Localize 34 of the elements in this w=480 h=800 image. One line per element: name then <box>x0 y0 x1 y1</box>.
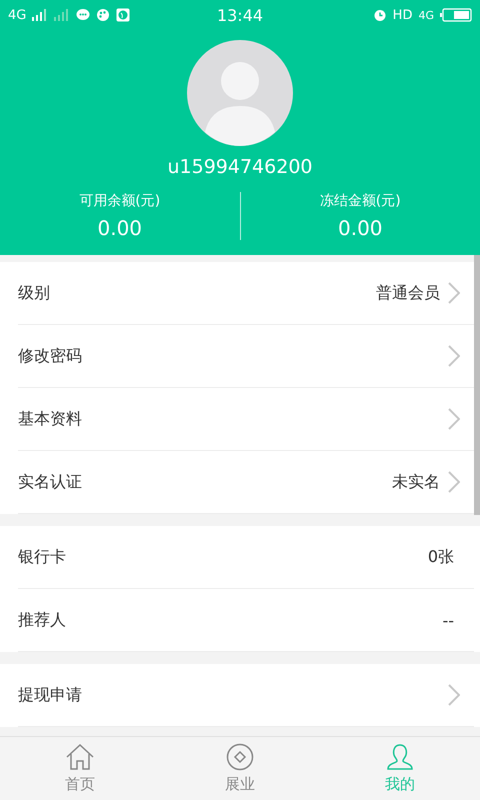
row-label: 银行卡 <box>18 546 67 568</box>
row-label: 提现申请 <box>18 684 83 706</box>
row-label: 级别 <box>18 282 51 304</box>
globe-icon <box>116 8 130 22</box>
row-label: 推荐人 <box>18 610 67 630</box>
row-value: 0张 <box>428 546 454 568</box>
balance-label: 可用余额(元) <box>79 192 160 210</box>
row-value: 普通会员 <box>376 282 440 304</box>
alarm-icon <box>372 8 387 22</box>
avatar-icon[interactable] <box>187 40 293 146</box>
balance-amount: 0.00 <box>97 216 142 240</box>
row-label: 修改密码 <box>18 346 83 366</box>
balance-label: 冻结金额(元) <box>320 192 401 210</box>
home-icon <box>65 743 95 771</box>
person-icon <box>385 743 415 771</box>
battery-icon <box>440 8 472 22</box>
menu-row[interactable]: 推荐人 -- <box>18 589 474 652</box>
clock-time: 13:44 <box>216 6 264 24</box>
balance-amount: 0.00 <box>338 216 383 240</box>
network-label: 4G <box>418 8 434 22</box>
network-label: 4G <box>8 8 26 22</box>
hd-label: HD <box>392 8 412 22</box>
menu-row[interactable]: 银行卡 0张 <box>18 526 474 589</box>
row-value: 未实名 <box>392 472 440 492</box>
diamond-circle-icon <box>225 743 255 771</box>
username: u15994746200 <box>167 156 312 178</box>
scrollbar[interactable] <box>474 255 480 515</box>
palette-icon <box>96 8 110 22</box>
signal-icon <box>54 9 70 21</box>
row-value: -- <box>442 610 454 630</box>
row-label: 基本资料 <box>18 408 83 430</box>
chat-icon <box>76 8 90 22</box>
row-label: 实名认证 <box>18 472 83 492</box>
signal-icon <box>32 9 48 21</box>
